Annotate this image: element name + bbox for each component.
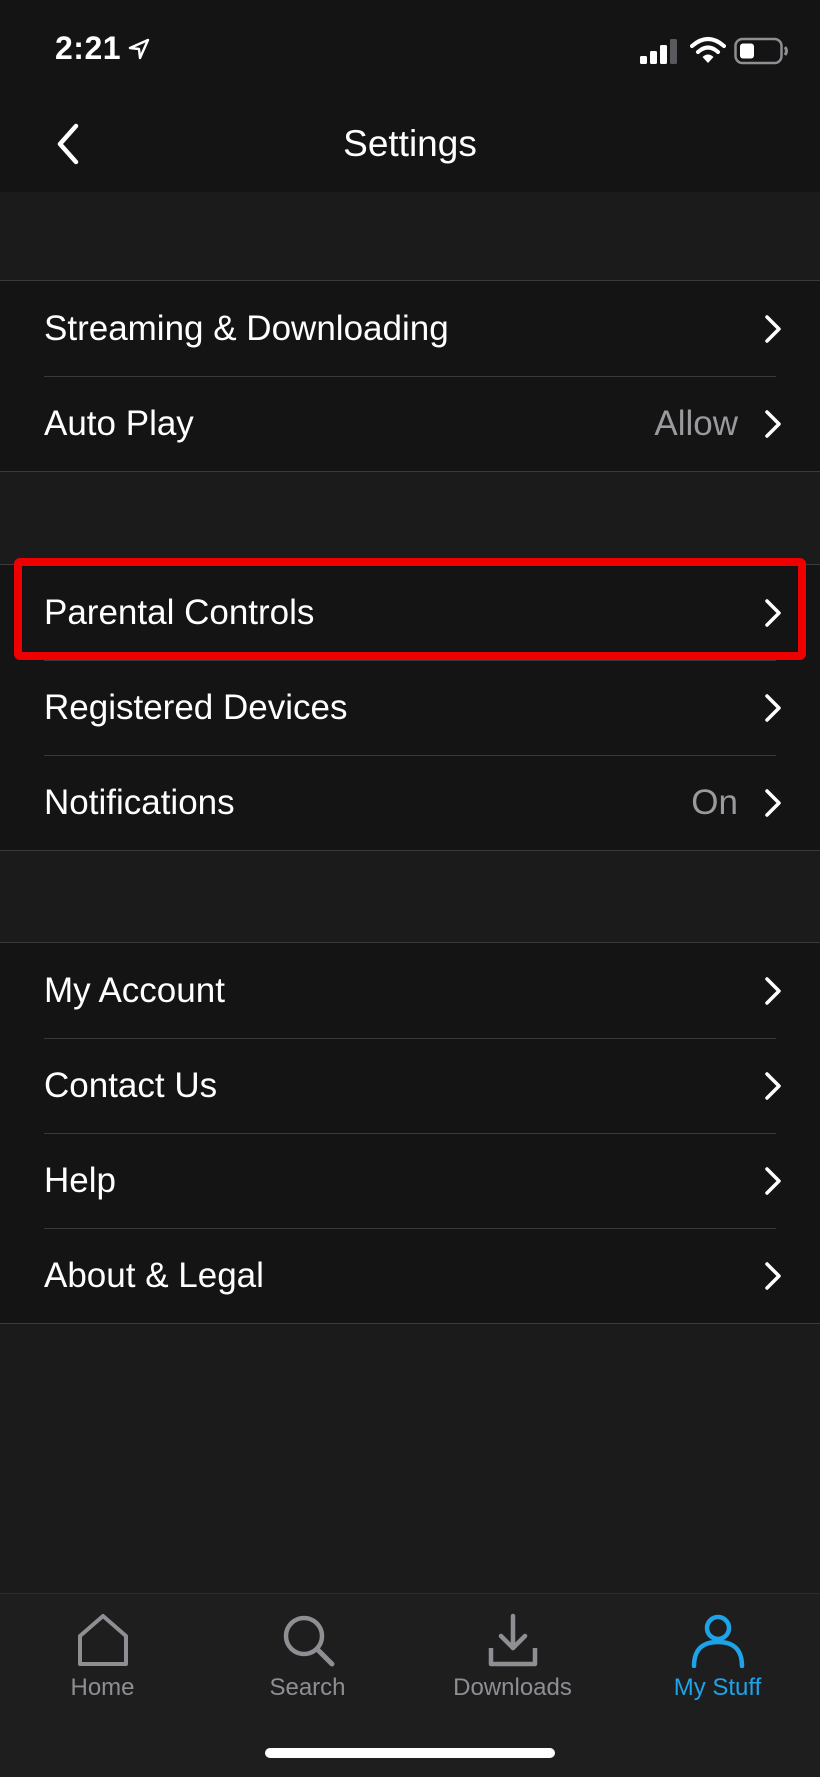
tab-label: Downloads: [453, 1674, 572, 1701]
tab-label: Search: [269, 1674, 346, 1701]
search-icon: [283, 1615, 335, 1667]
settings-section-2: Parental Controls Registered Devices Not…: [0, 564, 820, 851]
settings-section-1: Streaming & Downloading Auto Play Allow: [0, 280, 820, 472]
settings-row-about-legal[interactable]: About & Legal: [0, 1228, 820, 1323]
tab-label: My Stuff: [673, 1674, 762, 1701]
person-icon: [691, 1614, 745, 1668]
row-label: Streaming & Downloading: [44, 309, 449, 348]
settings-row-parental-controls[interactable]: Parental Controls: [0, 565, 820, 660]
row-label: About & Legal: [44, 1256, 264, 1295]
nav-bar: Settings: [0, 96, 820, 192]
chevron-right-icon: [765, 977, 781, 1005]
row-label: Notifications: [44, 783, 235, 822]
settings-row-help[interactable]: Help: [0, 1133, 820, 1228]
chevron-right-icon: [765, 315, 781, 343]
chevron-right-icon: [765, 1262, 781, 1290]
status-time: 2:21: [55, 30, 122, 66]
tab-search[interactable]: Search: [205, 1594, 410, 1714]
tab-home[interactable]: Home: [0, 1594, 205, 1714]
settings-section-3: My Account Contact Us Help About & Legal: [0, 942, 820, 1324]
row-label: Help: [44, 1161, 116, 1200]
chevron-right-icon: [765, 599, 781, 627]
tab-my-stuff[interactable]: My Stuff: [615, 1594, 820, 1714]
signal-icon: [640, 39, 677, 64]
page-title: Settings: [343, 123, 477, 164]
row-label: Registered Devices: [44, 688, 348, 727]
settings-row-notifications[interactable]: Notifications On: [0, 755, 820, 850]
chevron-right-icon: [765, 1167, 781, 1195]
row-label: Contact Us: [44, 1066, 218, 1105]
settings-row-contact-us[interactable]: Contact Us: [0, 1038, 820, 1133]
home-indicator[interactable]: [265, 1748, 555, 1758]
settings-row-my-account[interactable]: My Account: [0, 943, 820, 1038]
back-button[interactable]: [40, 116, 96, 172]
wifi-icon: [690, 37, 726, 63]
battery-icon: [734, 37, 788, 65]
home-icon: [78, 1614, 128, 1666]
tab-label: Home: [70, 1674, 135, 1701]
row-label: Parental Controls: [44, 593, 315, 632]
row-value: On: [691, 783, 738, 822]
download-icon: [488, 1613, 538, 1667]
tab-downloads[interactable]: Downloads: [410, 1594, 615, 1714]
status-bar: 2:21: [0, 0, 820, 96]
settings-row-streaming-downloading[interactable]: Streaming & Downloading: [0, 281, 820, 376]
location-icon: [128, 38, 150, 60]
settings-row-auto-play[interactable]: Auto Play Allow: [0, 376, 820, 471]
chevron-right-icon: [765, 694, 781, 722]
settings-row-registered-devices[interactable]: Registered Devices: [0, 660, 820, 755]
chevron-right-icon: [765, 1072, 781, 1100]
chevron-right-icon: [765, 410, 781, 438]
row-value: Allow: [654, 404, 738, 443]
row-label: My Account: [44, 971, 225, 1010]
chevron-right-icon: [765, 789, 781, 817]
row-label: Auto Play: [44, 404, 194, 443]
chevron-left-icon: [57, 123, 79, 165]
